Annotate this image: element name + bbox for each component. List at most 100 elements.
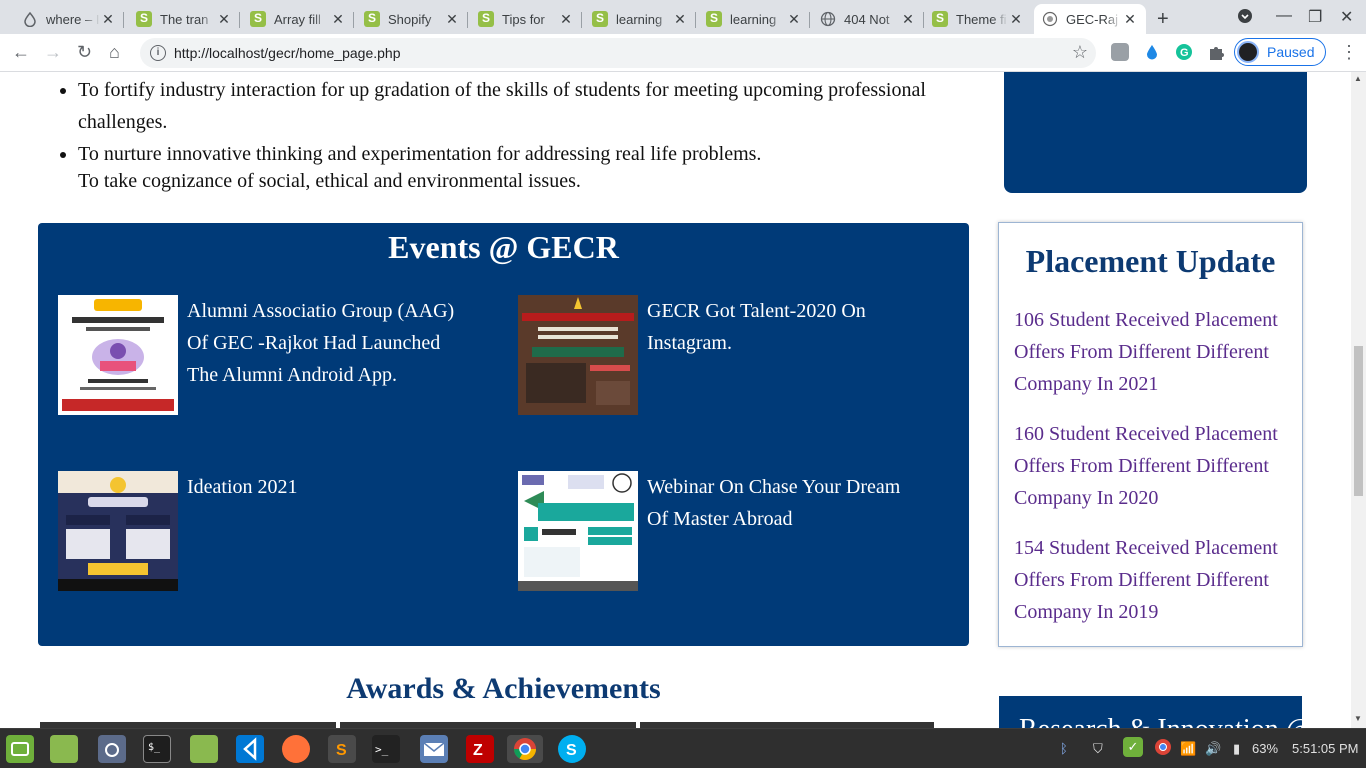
camera-app-icon[interactable] bbox=[98, 735, 126, 763]
events-title: Events @ GECR bbox=[388, 229, 619, 265]
shopify-icon bbox=[364, 11, 380, 27]
placement-link[interactable]: 106 Student Received Placement Offers Fr… bbox=[1014, 304, 1294, 400]
sublime-icon[interactable]: S bbox=[328, 735, 356, 763]
site-icon bbox=[1042, 11, 1058, 27]
event-image[interactable] bbox=[518, 471, 638, 591]
wifi-icon[interactable]: 📶 bbox=[1180, 741, 1196, 757]
extensions-puzzle-icon[interactable] bbox=[1207, 43, 1225, 61]
page-scrollbar[interactable]: ▲ ▼ bbox=[1351, 72, 1366, 728]
back-button[interactable]: ← bbox=[12, 42, 30, 63]
scroll-up-arrow-icon[interactable]: ▲ bbox=[1354, 74, 1362, 83]
chrome-taskbar-icon[interactable] bbox=[507, 735, 543, 763]
water-drop-extension-icon[interactable] bbox=[1143, 43, 1161, 61]
event-link[interactable]: GECR Got Talent-2020 On Instagram. bbox=[647, 295, 917, 359]
close-icon[interactable]: ✕ bbox=[786, 11, 802, 28]
info-icon[interactable]: i bbox=[150, 45, 166, 61]
shield-icon[interactable]: ⛉ bbox=[1093, 741, 1103, 757]
chrome-tray-icon[interactable] bbox=[1153, 737, 1173, 760]
battery-icon[interactable]: ▮ bbox=[1233, 741, 1240, 757]
scrollbar-thumb[interactable] bbox=[1354, 346, 1363, 496]
profile-button[interactable]: Paused bbox=[1234, 38, 1326, 66]
browser-tab[interactable]: Shopify ✕ bbox=[356, 4, 468, 34]
svg-text:>_: >_ bbox=[375, 743, 389, 756]
shopify-icon bbox=[932, 11, 948, 27]
skype-icon[interactable]: S bbox=[558, 735, 586, 763]
placement-link[interactable]: 154 Student Received Placement Offers Fr… bbox=[1014, 532, 1294, 628]
filezilla-icon[interactable]: Z bbox=[466, 735, 494, 763]
objective-extra: To take cognizance of social, ethical an… bbox=[78, 170, 581, 192]
shopify-icon bbox=[592, 11, 608, 27]
browser-tab[interactable]: Array fill ✕ bbox=[242, 4, 354, 34]
browser-tab[interactable]: learning ✕ bbox=[584, 4, 696, 34]
volume-icon[interactable]: 🔊 bbox=[1205, 741, 1221, 757]
shopify-icon bbox=[136, 11, 152, 27]
new-tab-button[interactable]: + bbox=[1157, 8, 1169, 31]
folder-icon[interactable] bbox=[50, 735, 78, 763]
address-bar[interactable]: i http://localhost/gecr/home_page.php ☆ bbox=[140, 38, 1096, 68]
bluetooth-icon[interactable]: ᛒ bbox=[1060, 741, 1068, 756]
event-image[interactable] bbox=[58, 471, 178, 591]
objective-item: To fortify industry interaction for up g… bbox=[78, 74, 958, 138]
extension-icon[interactable] bbox=[1111, 43, 1129, 61]
update-check-icon[interactable]: ✓ bbox=[1123, 737, 1143, 757]
firefox-icon[interactable] bbox=[282, 735, 310, 763]
avatar bbox=[1237, 41, 1259, 63]
globe-icon bbox=[820, 11, 836, 27]
page-viewport: To fortify industry interaction for up g… bbox=[0, 72, 1351, 728]
close-icon[interactable]: ✕ bbox=[1122, 11, 1138, 28]
tab-search-icon[interactable] bbox=[1237, 8, 1253, 29]
event-image[interactable] bbox=[518, 295, 638, 415]
browser-tab[interactable]: Tips for ✕ bbox=[470, 4, 582, 34]
sidebar-panel-top bbox=[1004, 72, 1307, 193]
event-link[interactable]: Ideation 2021 bbox=[187, 471, 457, 503]
clock[interactable]: 5:51:05 PM bbox=[1292, 741, 1359, 756]
browser-tab[interactable]: learning ✕ bbox=[698, 4, 810, 34]
terminal2-icon[interactable]: >_ bbox=[372, 735, 400, 763]
scroll-down-arrow-icon[interactable]: ▼ bbox=[1354, 714, 1362, 723]
placement-link[interactable]: 160 Student Received Placement Offers Fr… bbox=[1014, 418, 1294, 514]
mail-icon[interactable] bbox=[420, 735, 448, 763]
reload-button[interactable]: ↻ bbox=[77, 42, 92, 63]
objective-item: To nurture innovative thinking and exper… bbox=[78, 138, 958, 170]
browser-tab[interactable]: 404 Not ✕ bbox=[812, 4, 924, 34]
research-title: Research & Innovation @ bbox=[1019, 714, 1311, 728]
close-icon[interactable]: ✕ bbox=[900, 11, 916, 28]
vscode-icon[interactable] bbox=[236, 735, 264, 763]
svg-text:S: S bbox=[336, 742, 347, 759]
event-link[interactable]: Webinar On Chase Your Dream Of Master Ab… bbox=[647, 471, 917, 535]
svg-text:Z: Z bbox=[473, 742, 483, 759]
url-text[interactable]: http://localhost/gecr/home_page.php bbox=[174, 45, 401, 61]
maximize-button[interactable]: ❐ bbox=[1308, 7, 1322, 27]
terminal-icon[interactable]: $_ bbox=[143, 735, 171, 763]
close-window-button[interactable]: ✕ bbox=[1340, 7, 1353, 27]
files-icon[interactable] bbox=[190, 735, 218, 763]
svg-text:G: G bbox=[1180, 47, 1189, 59]
more-menu-icon[interactable]: ⋮ bbox=[1340, 42, 1358, 63]
forward-button[interactable]: → bbox=[44, 42, 62, 63]
events-section: Events @ GECR Alumni Associatio Group (A… bbox=[38, 223, 969, 646]
shopify-icon bbox=[250, 11, 266, 27]
svg-text:S: S bbox=[566, 742, 577, 759]
research-innovation-panel: Research & Innovation @ bbox=[999, 696, 1311, 728]
event-image[interactable] bbox=[58, 295, 178, 415]
awards-title: Awards & Achievements bbox=[346, 672, 661, 705]
browser-tab[interactable]: The tran ✕ bbox=[128, 4, 240, 34]
event-link[interactable]: Alumni Associatio Group (AAG) Of GEC -Ra… bbox=[187, 295, 457, 391]
close-icon[interactable]: ✕ bbox=[100, 11, 116, 28]
home-button[interactable]: ⌂ bbox=[109, 42, 120, 63]
browser-tab[interactable]: where – I ✕ bbox=[14, 4, 124, 34]
browser-tab-active[interactable]: GEC-Raj ✕ bbox=[1034, 4, 1146, 34]
close-icon[interactable]: ✕ bbox=[216, 11, 232, 28]
battery-percent[interactable]: 63% bbox=[1252, 741, 1278, 756]
objectives-list: To fortify industry interaction for up g… bbox=[78, 74, 958, 170]
close-icon[interactable]: ✕ bbox=[672, 11, 688, 28]
minimize-button[interactable]: — bbox=[1276, 7, 1292, 25]
mint-menu-icon[interactable] bbox=[6, 735, 34, 763]
bookmark-star-icon[interactable]: ☆ bbox=[1072, 42, 1088, 63]
close-icon[interactable]: ✕ bbox=[558, 11, 574, 28]
close-icon[interactable]: ✕ bbox=[330, 11, 346, 28]
grammarly-icon[interactable]: G bbox=[1175, 43, 1193, 61]
close-icon[interactable]: ✕ bbox=[1008, 11, 1024, 28]
close-icon[interactable]: ✕ bbox=[444, 11, 460, 28]
browser-tab[interactable]: Theme fi ✕ bbox=[924, 4, 1032, 34]
